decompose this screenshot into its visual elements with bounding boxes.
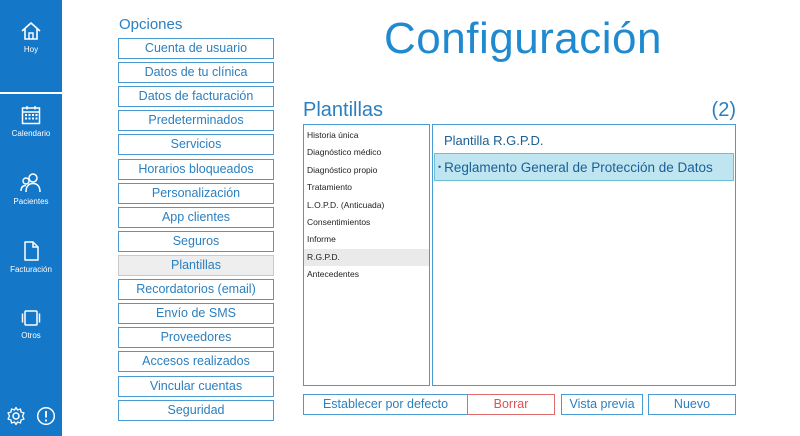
options-list: Cuenta de usuario Datos de tu clínica Da… — [118, 38, 274, 424]
section-title: Plantillas — [303, 99, 384, 121]
template-item[interactable]: Consentimientos — [304, 214, 429, 231]
nav-item-calendario[interactable]: Calendario — [0, 104, 62, 138]
users-icon — [20, 173, 41, 193]
template-item[interactable]: Historia única — [304, 127, 429, 144]
options-title: Opciones — [119, 16, 183, 33]
nav-label-calendario: Calendario — [11, 129, 51, 138]
option-cuenta-de-usuario[interactable]: Cuenta de usuario — [118, 38, 274, 59]
option-datos-clinica[interactable]: Datos de tu clínica — [118, 62, 274, 84]
template-item[interactable]: Informe — [304, 231, 429, 248]
template-item[interactable]: Diagnóstico propio — [304, 162, 429, 179]
option-personalizacion[interactable]: Personalización — [118, 182, 274, 204]
nav-label-facturacion: Facturación — [10, 265, 52, 274]
set-default-button[interactable]: Establecer por defecto — [303, 394, 468, 415]
option-predeterminados[interactable]: Predeterminados — [118, 110, 274, 132]
template-item-selected[interactable]: R.G.P.D. — [304, 248, 429, 267]
settings-button[interactable] — [6, 406, 26, 431]
sidebar-divider — [0, 92, 62, 94]
delete-button[interactable]: Borrar — [467, 394, 555, 415]
template-item[interactable]: L.O.P.D. (Anticuada) — [304, 197, 429, 214]
new-button[interactable]: Nuevo — [648, 394, 736, 415]
template-detail-title: Plantilla R.G.P.D. — [444, 133, 544, 148]
nav-label-otros: Otros — [21, 331, 41, 340]
sidebar: Hoy Calendario Pacientes Facturación Otr… — [0, 0, 62, 436]
home-icon — [21, 22, 41, 40]
nav-item-hoy[interactable]: Hoy — [0, 20, 62, 54]
option-seguridad[interactable]: Seguridad — [118, 399, 274, 421]
template-detail-item[interactable]: • Reglamento General de Protección de Dat… — [434, 153, 734, 181]
option-accesos-realizados[interactable]: Accesos realizados — [118, 351, 274, 373]
template-item[interactable]: Diagnóstico médico — [304, 144, 429, 161]
nav-label-pacientes: Pacientes — [13, 197, 49, 206]
stack-icon — [21, 310, 41, 326]
nav-item-facturacion[interactable]: Facturación — [0, 240, 62, 274]
option-proveedores[interactable]: Proveedores — [118, 327, 274, 349]
option-plantillas[interactable]: Plantillas — [118, 254, 274, 276]
template-item[interactable]: Tratamiento — [304, 179, 429, 196]
template-item[interactable]: Antecedentes — [304, 266, 429, 283]
option-seguros[interactable]: Seguros — [118, 230, 274, 252]
alert-info-icon — [36, 406, 56, 426]
section-count: (2) — [711, 99, 736, 121]
option-horarios-bloqueados[interactable]: Horarios bloqueados — [118, 158, 274, 180]
nav-item-otros[interactable]: Otros — [0, 308, 62, 340]
template-list: Historia única Diagnóstico médico Diagnó… — [303, 124, 430, 386]
option-app-clientes[interactable]: App clientes — [118, 206, 274, 228]
template-detail-panel: Plantilla R.G.P.D. • Reglamento General d… — [432, 124, 736, 386]
bullet-icon: • — [438, 162, 442, 172]
option-datos-facturacion[interactable]: Datos de facturación — [118, 86, 274, 108]
settings-gear-icon — [7, 406, 25, 426]
info-button[interactable] — [36, 406, 56, 431]
option-vincular-cuentas[interactable]: Vincular cuentas — [118, 375, 274, 397]
option-recordatorios-email[interactable]: Recordatorios (email) — [118, 279, 274, 301]
page-title: Configuración — [384, 14, 662, 63]
nav-item-pacientes[interactable]: Pacientes — [0, 172, 62, 206]
document-icon — [24, 241, 39, 261]
nav-label-hoy: Hoy — [23, 45, 39, 54]
option-servicios[interactable]: Servicios — [118, 134, 274, 156]
preview-button[interactable]: Vista previa — [561, 394, 643, 415]
template-detail-item-label: Reglamento General de Protección de Dato… — [444, 160, 713, 175]
calendar-icon — [21, 106, 41, 125]
option-envio-sms[interactable]: Envío de SMS — [118, 303, 274, 325]
